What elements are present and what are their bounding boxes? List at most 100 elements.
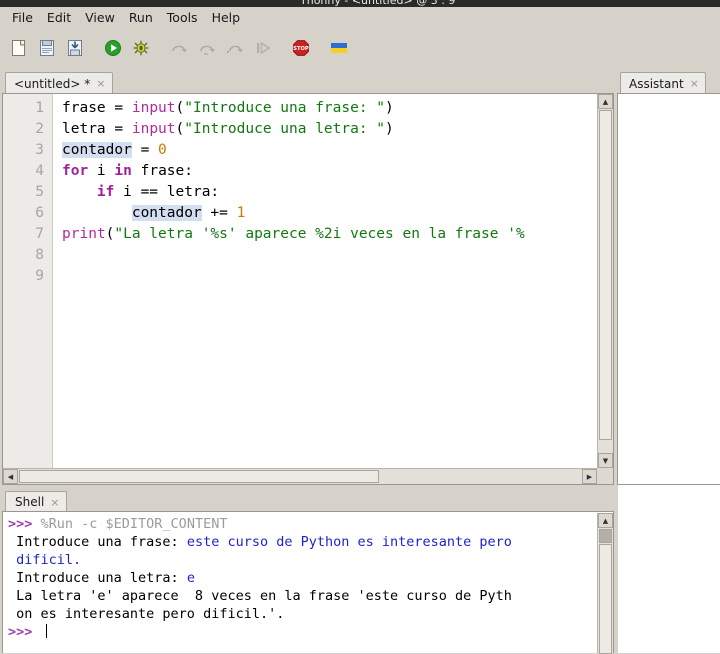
close-icon[interactable]: × <box>50 497 59 508</box>
shell-frame: >>> %Run -c $EDITOR_CONTENT Introduce un… <box>2 511 614 654</box>
code-token: "La letra '%s' aparece %2i veces en la f… <box>114 226 525 242</box>
tab-shell[interactable]: Shell × <box>5 491 67 512</box>
code-line-6: contador += 1 <box>62 203 245 224</box>
run-icon <box>105 40 121 56</box>
editor-tabstrip: <untitled> * × <box>2 70 614 94</box>
line-number: 4 <box>35 163 44 179</box>
code-token: "Introduce una letra: " <box>184 121 386 137</box>
code-line-5: if i == letra: <box>62 182 219 203</box>
code-token: letra <box>62 121 115 137</box>
scroll-down-arrow-icon[interactable]: ▼ <box>598 453 613 468</box>
assistant-body-lower <box>614 485 720 653</box>
shell-line: Introduce una frase: este curso de Pytho… <box>8 533 596 551</box>
toolbar-separator-4 <box>316 48 326 49</box>
code-token: 0 <box>158 142 167 158</box>
open-file-button[interactable] <box>34 35 60 61</box>
resume-icon <box>257 41 271 55</box>
shell-token: dificil. <box>16 552 82 568</box>
line-number: 3 <box>35 142 44 158</box>
code-token: i <box>88 163 115 179</box>
line-number: 5 <box>35 184 44 200</box>
shell-notebook: Shell × >>> %Run -c $EDITOR_CONTENT Intr… <box>2 489 614 654</box>
new-file-button[interactable] <box>6 35 32 61</box>
code-editor[interactable]: frase = input("Introduce una frase: ") l… <box>54 94 596 467</box>
toolbar-separator-2 <box>156 48 166 49</box>
line-number-gutter: 1 2 3 4 5 6 7 8 9 <box>3 94 53 484</box>
run-button[interactable] <box>100 35 126 61</box>
menu-file[interactable]: File <box>5 8 40 27</box>
shell-output[interactable]: >>> %Run -c $EDITOR_CONTENT Introduce un… <box>4 513 596 653</box>
menu-run[interactable]: Run <box>122 8 160 27</box>
code-token: frase: <box>131 163 193 179</box>
shell-line: >>> %Run -c $EDITOR_CONTENT <box>8 515 596 533</box>
shell-token: Introduce una letra: <box>8 570 187 586</box>
menu-bar: File Edit View Run Tools Help <box>0 7 720 27</box>
text-cursor <box>45 624 47 638</box>
menu-edit[interactable]: Edit <box>40 8 78 27</box>
code-token: = <box>114 100 132 116</box>
window-titlebar: Thonny - <untitled> @ 3 : 9 <box>0 0 720 7</box>
shell-vscroll-track-top[interactable] <box>599 529 612 543</box>
line-number: 1 <box>35 100 44 116</box>
tab-assistant[interactable]: Assistant × <box>620 72 706 94</box>
code-token: print <box>62 226 106 242</box>
shell-token: e <box>186 570 195 586</box>
shell-token: Introduce una frase: <box>8 534 187 550</box>
scroll-right-arrow-icon[interactable]: ▶ <box>582 469 597 484</box>
code-line-7: print("La letra '%s' aparece %2i veces e… <box>62 224 525 245</box>
shell-vscroll-thumb[interactable] <box>599 544 612 654</box>
horizontal-splitter[interactable] <box>614 485 618 653</box>
step-into-icon <box>200 45 215 55</box>
editor-frame: 1 2 3 4 5 6 7 8 9 frase = input("Introdu… <box>2 93 614 485</box>
shell-line: on es interesante pero dificil.'. <box>8 605 596 623</box>
tab-assistant-label: Assistant <box>629 76 684 91</box>
menu-view[interactable]: View <box>78 8 122 27</box>
code-token: ) <box>385 121 394 137</box>
code-token: = <box>114 121 132 137</box>
menu-tools[interactable]: Tools <box>160 8 205 27</box>
scroll-up-arrow-icon[interactable]: ▲ <box>598 513 613 528</box>
code-token: "Introduce una frase: " <box>184 100 386 116</box>
editor-horizontal-scrollbar[interactable]: ◀ ▶ <box>3 468 597 484</box>
code-token: 1 <box>236 205 246 221</box>
code-token: i == letra: <box>114 184 220 200</box>
shell-line: dificil. <box>8 551 596 569</box>
shell-token: >>> <box>8 516 41 532</box>
code-line-1: frase = input("Introduce una frase: ") <box>62 98 394 119</box>
editor-vscroll-thumb[interactable] <box>599 110 612 440</box>
code-token: ( <box>175 121 185 137</box>
shell-vertical-scrollbar[interactable]: ▲ <box>597 513 613 654</box>
scroll-up-arrow-icon[interactable]: ▲ <box>598 94 613 109</box>
debug-icon <box>133 40 149 56</box>
debug-button[interactable] <box>128 35 154 61</box>
resume-button[interactable] <box>250 35 276 61</box>
editor-hscroll-thumb[interactable] <box>19 470 379 483</box>
ukraine-flag-icon <box>331 43 347 53</box>
support-ukraine-button[interactable] <box>326 35 352 61</box>
stop-icon: STOP <box>293 40 309 56</box>
scroll-left-arrow-icon[interactable]: ◀ <box>3 469 18 484</box>
tab-untitled[interactable]: <untitled> * × <box>5 72 114 94</box>
close-icon[interactable]: × <box>96 78 105 89</box>
tab-shell-label: Shell <box>15 495 45 509</box>
editor-notebook: <untitled> * × 1 2 3 4 5 6 7 8 9 frase =… <box>2 70 614 485</box>
step-over-button[interactable] <box>166 35 192 61</box>
shell-line: Introduce una letra: e <box>8 569 596 587</box>
code-token: input <box>131 121 176 137</box>
menu-help[interactable]: Help <box>205 8 248 27</box>
step-out-button[interactable] <box>222 35 248 61</box>
shell-token: %Run -c $EDITOR_CONTENT <box>40 516 228 532</box>
line-number: 9 <box>35 268 44 284</box>
editor-vertical-scrollbar[interactable]: ▲ ▼ <box>597 94 613 468</box>
close-icon[interactable]: × <box>690 78 699 89</box>
assistant-body[interactable] <box>617 93 720 485</box>
save-file-button[interactable] <box>62 35 88 61</box>
shell-token <box>8 552 16 568</box>
step-into-button[interactable] <box>194 35 220 61</box>
stop-button[interactable]: STOP <box>288 35 314 61</box>
code-token: ( <box>175 100 185 116</box>
open-file-icon <box>40 40 54 56</box>
code-token: in <box>114 163 132 179</box>
